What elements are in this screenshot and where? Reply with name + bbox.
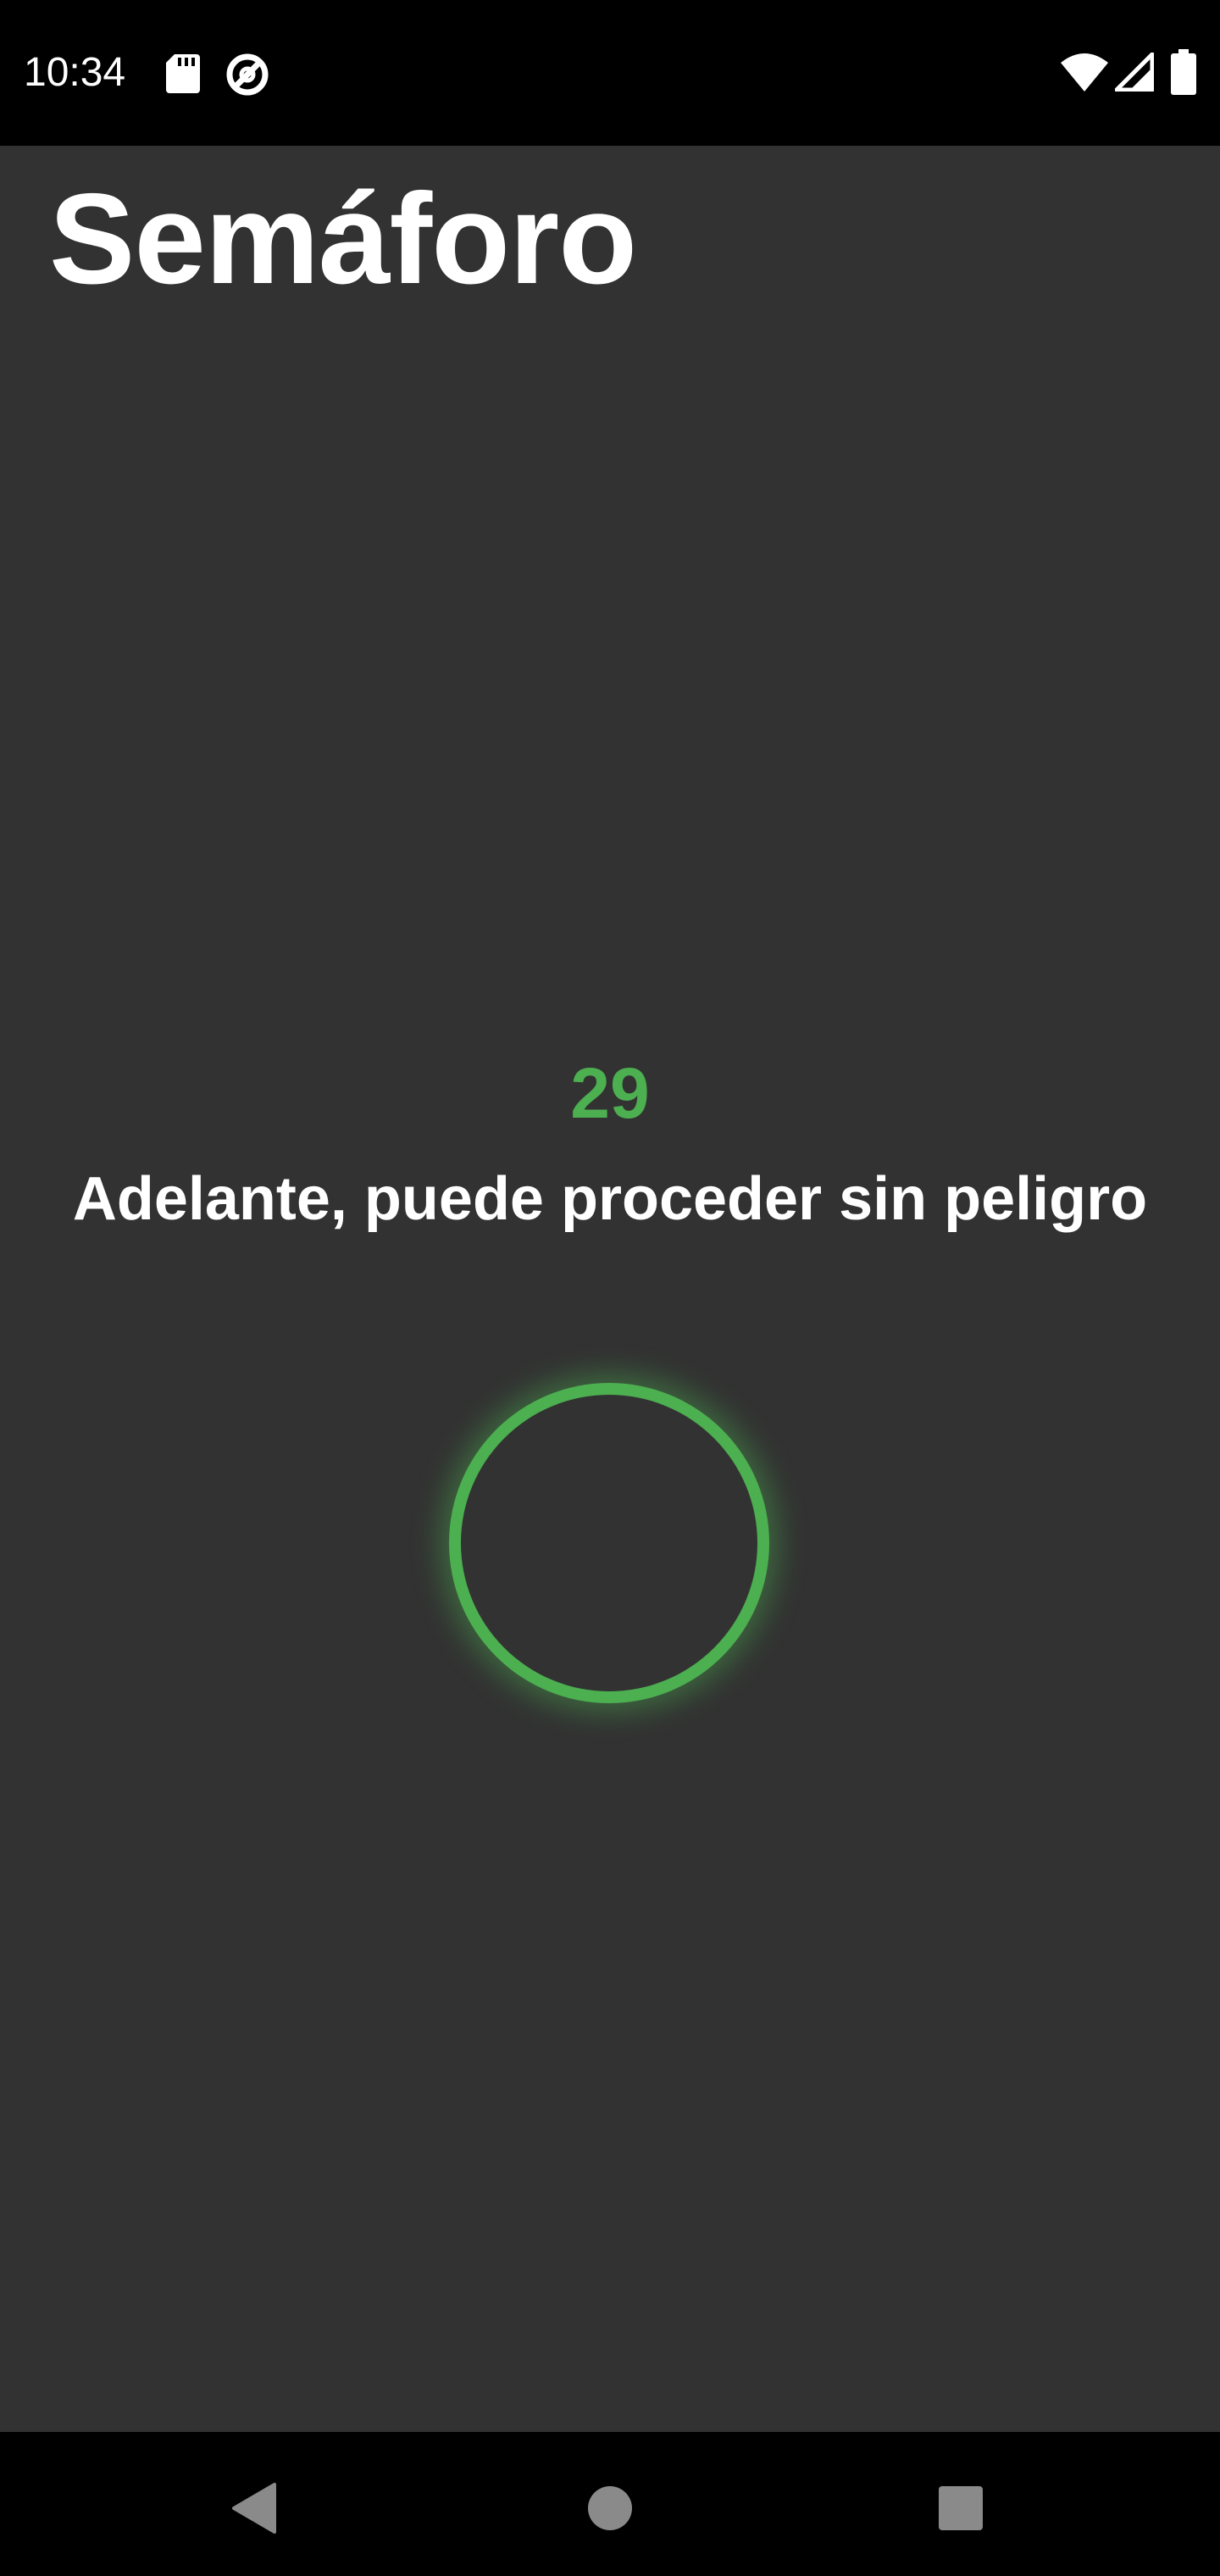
sd-card-icon [166,54,200,93]
wifi-icon [1061,53,1108,92]
countdown-value: 29 [570,1053,650,1133]
app-screen: Semáforo 29 Adelante, puede proceder sin… [0,146,1220,2432]
status-bar: 10:34 [0,0,1220,146]
status-time: 10:34 [24,50,126,95]
battery-icon [1171,49,1196,95]
do-not-disturb-icon [226,53,269,96]
traffic-light-green [461,1395,757,1691]
back-icon[interactable] [212,2466,297,2551]
page-title: Semáforo [49,167,637,311]
navigation-bar [0,2432,1220,2576]
status-message: Adelante, puede proceder sin peligro [72,1165,1148,1233]
home-icon[interactable] [568,2466,652,2551]
cell-signal-icon [1115,53,1154,92]
recents-icon[interactable] [918,2466,1003,2551]
